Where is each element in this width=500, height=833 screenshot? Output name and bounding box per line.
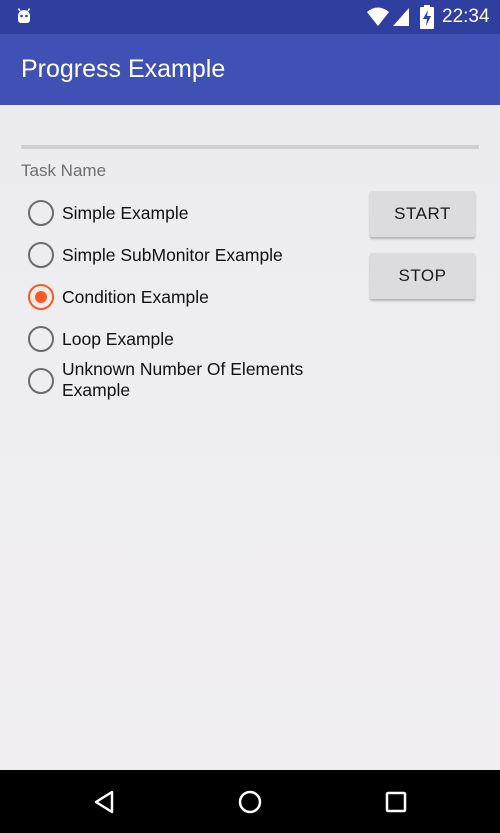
radio-label: Simple Example <box>62 203 189 223</box>
wifi-icon <box>367 7 389 26</box>
back-icon[interactable] <box>92 790 116 814</box>
radio-button[interactable] <box>28 242 54 268</box>
app-bar: Progress Example <box>0 34 500 105</box>
start-button[interactable]: START <box>370 191 475 237</box>
radio-label: Unknown Number Of Elements Example <box>62 359 304 400</box>
main-content: Task Name Simple Example Simple SubMonit… <box>0 105 500 770</box>
stop-button[interactable]: STOP <box>370 253 475 299</box>
radio-label: Loop Example <box>62 329 174 349</box>
radio-label: Condition Example <box>62 287 209 307</box>
radio-label: Simple SubMonitor Example <box>62 245 283 265</box>
progress-bar <box>21 145 479 149</box>
navigation-bar <box>0 770 500 833</box>
status-time: 22:34 <box>442 6 490 27</box>
signal-icon <box>393 8 409 26</box>
page-title: Progress Example <box>21 55 226 83</box>
radio-button-checked[interactable] <box>28 284 54 310</box>
android-icon <box>17 8 31 23</box>
home-icon[interactable] <box>237 789 263 815</box>
radio-button[interactable] <box>28 326 54 352</box>
battery-charging-icon <box>420 5 434 29</box>
radio-button[interactable] <box>28 200 54 226</box>
recents-icon[interactable] <box>385 791 407 813</box>
status-bar: 22:34 <box>0 0 500 34</box>
task-name-label: Task Name <box>21 161 107 180</box>
radio-button[interactable] <box>28 368 54 394</box>
